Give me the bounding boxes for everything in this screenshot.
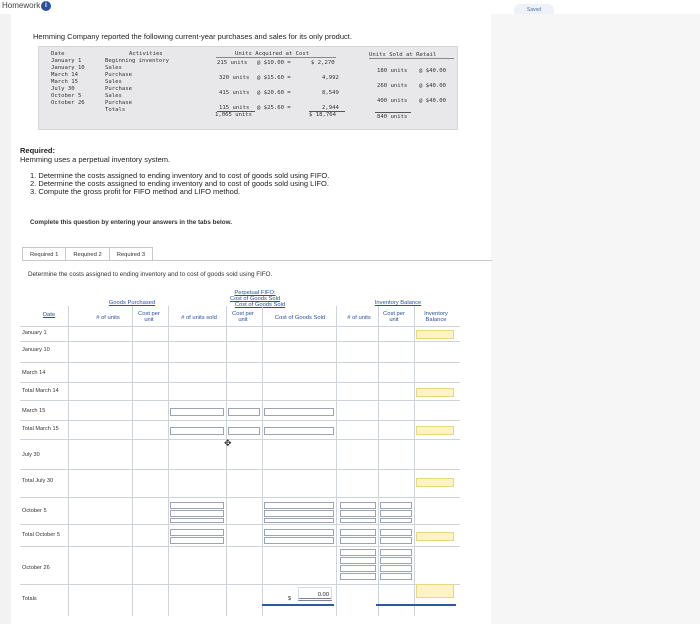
- required-title: Required:: [20, 146, 56, 155]
- units-col-header: # of units: [96, 315, 120, 321]
- units-sold-input[interactable]: [170, 529, 224, 536]
- inv-cost-input[interactable]: [380, 573, 412, 580]
- header-divider-retail: [369, 58, 454, 59]
- row-label-total-july-30: Total July 30: [22, 478, 54, 484]
- tab-required-2[interactable]: Required 2: [65, 247, 110, 261]
- row-label-july-30: July 30: [22, 452, 40, 458]
- inv-cost-input[interactable]: [380, 549, 412, 556]
- right-panel: [491, 14, 700, 624]
- cost-per-unit-input[interactable]: [228, 408, 260, 416]
- units-sold-input[interactable]: [170, 537, 224, 544]
- inv-cost-input[interactable]: [380, 502, 412, 509]
- mouse-cursor-icon: ✥: [224, 438, 232, 448]
- units-sold-input[interactable]: [170, 510, 224, 517]
- tab-divider: [22, 260, 492, 261]
- cogs-input[interactable]: [264, 502, 334, 509]
- inv-cost-input[interactable]: [380, 518, 412, 523]
- top-bar: Homework i Saved: [0, 0, 700, 17]
- intro-text: Hemming Company reported the following c…: [33, 32, 352, 41]
- purchases-sales-table: Date January 1 January 10 March 14 March…: [38, 46, 458, 130]
- breadcrumb[interactable]: Homework: [2, 1, 40, 10]
- cogs-input[interactable]: [264, 529, 334, 536]
- inventory-balance-header: Inventory Balance: [374, 300, 422, 306]
- cogs-cost-per-unit-header: Cost per unit: [232, 311, 254, 323]
- inv-balance-total-cell[interactable]: [416, 584, 454, 598]
- dates-header: Date: [51, 51, 65, 57]
- fifo-worksheet: Perpetual FIFO: Cost of Goods Sold Goods…: [20, 284, 460, 616]
- inv-cost-input[interactable]: [380, 565, 412, 572]
- units-sold-input[interactable]: [170, 502, 224, 509]
- inv-units-col-header: # of units: [347, 315, 371, 321]
- inv-cost-input[interactable]: [380, 537, 412, 544]
- inv-units-input[interactable]: [340, 537, 376, 544]
- units-sold-col-header: # of units sold: [181, 315, 217, 321]
- inv-cost-input[interactable]: [380, 529, 412, 536]
- inv-units-input[interactable]: [340, 529, 376, 536]
- required-section: Required: Hemming uses a perpetual inven…: [20, 146, 170, 164]
- cogs-input[interactable]: [264, 427, 334, 435]
- instruction-text: Determine the costs assigned to ending i…: [28, 271, 273, 278]
- left-rail: [0, 14, 11, 624]
- inv-balance-cell[interactable]: [416, 388, 454, 397]
- row-label-january-10: January 10: [22, 347, 50, 353]
- inv-balance-cell[interactable]: [416, 330, 454, 339]
- dates-column: Date January 1 January 10 March 14 March…: [51, 51, 85, 106]
- inv-total-underline: [376, 604, 456, 606]
- activities-header: Activities: [129, 51, 163, 57]
- cogs-total-underline: [262, 604, 334, 606]
- cogs-input[interactable]: [264, 408, 334, 416]
- units-sold-input[interactable]: [170, 518, 224, 523]
- row-label-totals: Totals: [22, 596, 37, 602]
- inv-balance-cell[interactable]: [416, 478, 454, 487]
- row-label-total-october-5: Total October 5: [22, 532, 60, 538]
- inv-units-input[interactable]: [340, 573, 376, 580]
- row-label-march-14: March 14: [22, 370, 46, 376]
- cogs-input[interactable]: [264, 510, 334, 517]
- inv-units-input[interactable]: [340, 565, 376, 572]
- header-divider: [216, 57, 336, 58]
- complete-note: Complete this question by entering your …: [30, 219, 232, 226]
- inv-balance-col-header: Inventory Balance: [424, 311, 448, 323]
- cogs-total-cell[interactable]: 0.00: [298, 587, 332, 601]
- cost-per-unit-input[interactable]: [228, 427, 260, 435]
- task-3: 3. Compute the gross profit for FIFO met…: [30, 187, 241, 196]
- units-sold-input[interactable]: [170, 408, 224, 416]
- row-label-march-15: March 15: [22, 408, 46, 414]
- inv-units-input[interactable]: [340, 518, 376, 523]
- info-icon[interactable]: i: [41, 1, 51, 11]
- required-text: Hemming uses a perpetual inventory syste…: [20, 155, 171, 164]
- activities-column: Activities Beginning inventory Sales Pur…: [105, 51, 169, 113]
- row-label-january-1: January 1: [22, 330, 47, 336]
- tab-required-1[interactable]: Required 1: [22, 247, 67, 261]
- inv-cost-input[interactable]: [380, 510, 412, 517]
- inv-balance-cell[interactable]: [416, 426, 454, 435]
- cogs-input[interactable]: [264, 518, 334, 523]
- cost-per-unit-col-header: Cost per unit: [138, 311, 160, 323]
- row-label-total-march-14: Total March 14: [22, 388, 59, 394]
- cogs-input[interactable]: [264, 537, 334, 544]
- inv-units-input[interactable]: [340, 549, 376, 556]
- inv-cost-per-unit-header: Cost per unit: [383, 311, 405, 323]
- task-list: 1. Determine the costs assigned to endin…: [30, 172, 329, 196]
- units-sold-input[interactable]: [170, 427, 224, 435]
- inv-units-input[interactable]: [340, 557, 376, 564]
- total-dollar-sign: $: [288, 596, 292, 602]
- tab-bar: Required 1 Required 2 Required 3: [22, 247, 154, 261]
- row-label-total-march-15: Total March 15: [22, 426, 59, 432]
- tab-required-3[interactable]: Required 3: [108, 247, 154, 261]
- cogs-sub-header: Cost of Goods Sold: [234, 302, 286, 308]
- date-col-header: Date: [42, 312, 56, 318]
- row-label-october-26: October 26: [22, 565, 50, 571]
- inv-units-input[interactable]: [340, 510, 376, 517]
- inv-units-input[interactable]: [340, 502, 376, 509]
- inv-cost-input[interactable]: [380, 557, 412, 564]
- row-label-october-5: October 5: [22, 508, 47, 514]
- inv-balance-cell[interactable]: [416, 532, 454, 541]
- cogs-col-header: Cost of Goods Sold: [274, 315, 326, 321]
